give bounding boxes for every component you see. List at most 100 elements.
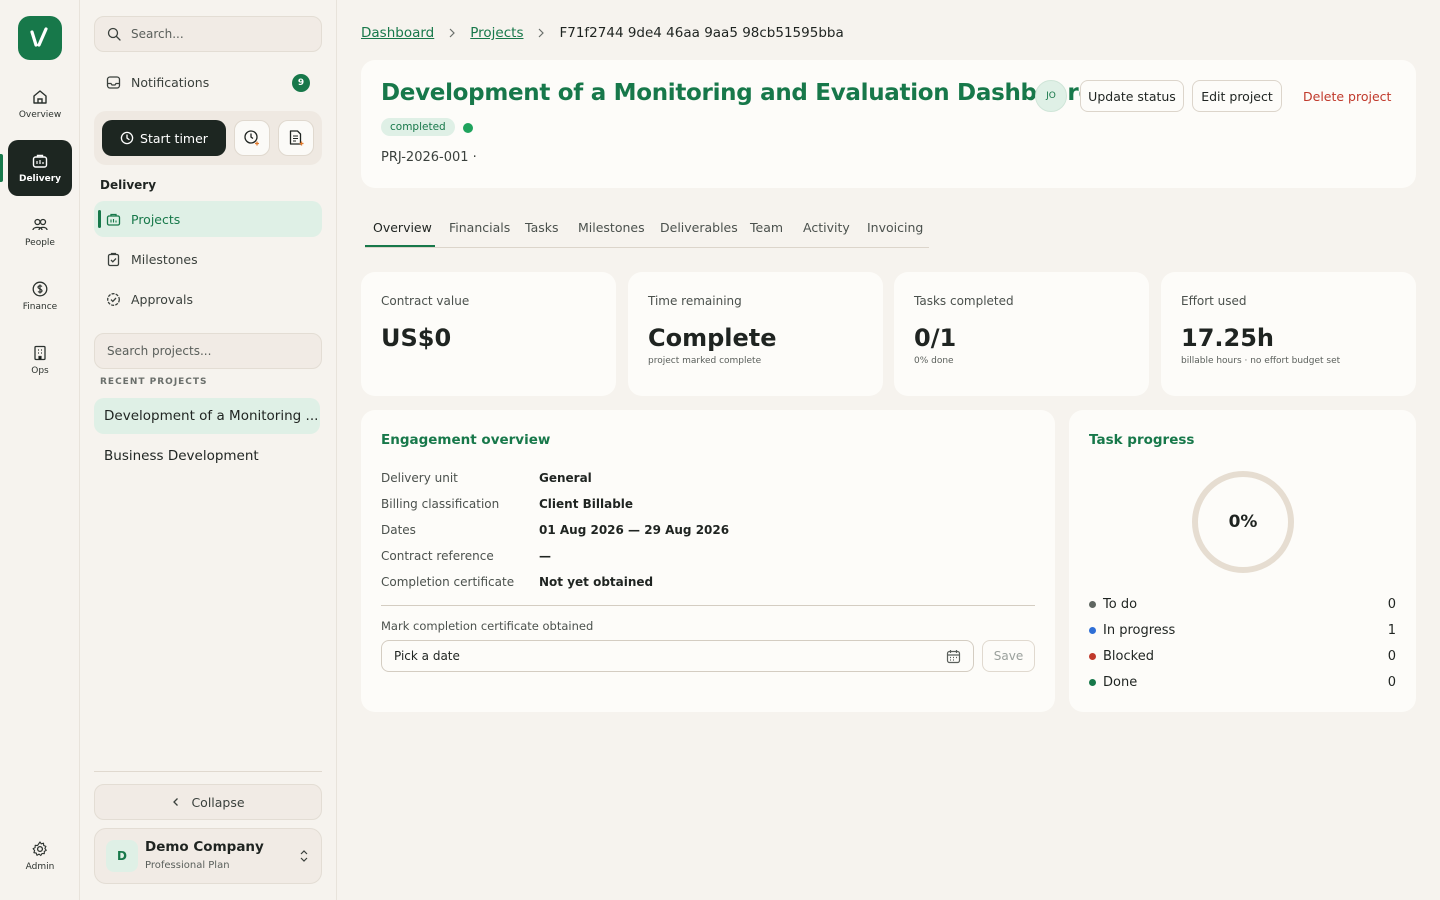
chevron-left-icon (173, 798, 179, 806)
legend-count: 0 (1387, 648, 1396, 664)
avatar[interactable]: JO (1035, 80, 1067, 112)
stat-card-time-remaining: Time remaining Complete project marked c… (628, 272, 883, 396)
task-progress-title: Task progress (1089, 432, 1195, 448)
engagement-title: Engagement overview (381, 432, 551, 448)
collapse-sidebar-button[interactable]: Collapse (94, 784, 322, 820)
project-search-placeholder: Search projects... (107, 344, 212, 358)
field-value: 01 Aug 2026 — 29 Aug 2026 (539, 523, 730, 537)
rail-active-indicator (0, 154, 3, 182)
legend-item-blocked: Blocked 0 (1089, 646, 1396, 666)
legend-count: 1 (1387, 622, 1396, 638)
rail-item-overview[interactable]: Overview (8, 76, 72, 132)
home-icon (33, 90, 47, 104)
rail-label-admin: Admin (25, 862, 55, 872)
tab-team[interactable]: Team (750, 220, 783, 235)
field-label: Dates (381, 523, 416, 537)
sidebar-active-indicator (98, 210, 101, 228)
legend-count: 0 (1387, 596, 1396, 612)
company-switcher[interactable]: D Demo Company Professional Plan (94, 828, 322, 884)
start-timer-label: Start timer (140, 130, 208, 146)
update-status-button[interactable]: Update status (1080, 80, 1184, 112)
rail-item-admin[interactable]: Admin (8, 828, 72, 884)
recent-projects-heading: RECENT PROJECTS (100, 377, 208, 387)
stat-label: Contract value (381, 294, 470, 308)
notifications-link[interactable]: Notifications 9 (94, 64, 322, 100)
dollar-circle-icon (32, 281, 48, 297)
stat-subtext: project marked complete (648, 356, 762, 366)
breadcrumb-current: F71f2744 9de4 46aa 9aa5 98cb51595bba (559, 25, 844, 41)
people-icon (32, 218, 48, 231)
sidebar-search-placeholder: Search... (131, 27, 184, 41)
stat-subtext: 0% done (914, 356, 954, 366)
field-label: Completion certificate (381, 575, 515, 589)
clock-add-icon (244, 130, 259, 146)
notifications-label: Notifications (131, 74, 210, 90)
progress-percent: 0% (1228, 512, 1258, 532)
date-picker-input[interactable]: Pick a date (381, 640, 974, 672)
rail-item-people[interactable]: People (8, 204, 72, 260)
delete-project-button[interactable]: Delete project (1303, 80, 1391, 112)
recent-project-item[interactable]: Development of a Monitoring ... (94, 398, 320, 434)
rail-label-people: People (25, 238, 55, 248)
calendar-icon (946, 650, 961, 664)
legend-item-in-progress: In progress 1 (1089, 620, 1396, 640)
rail-item-delivery[interactable]: Delivery (8, 140, 72, 196)
sidebar-item-label: Milestones (131, 251, 198, 267)
sidebar-item-label: Projects (131, 211, 181, 227)
project-code: PRJ-2026-001 · (381, 150, 477, 165)
start-timer-button[interactable]: Start timer (102, 120, 226, 156)
stat-card-contract-value: Contract value US$0 (361, 272, 616, 396)
stat-label: Time remaining (648, 294, 742, 308)
tab-deliverables[interactable]: Deliverables (660, 220, 738, 235)
rail-item-ops[interactable]: Ops (8, 332, 72, 388)
rail-label-delivery: Delivery (18, 174, 62, 184)
task-progress-card: Task progress 0% To do 0 In progress 1 B… (1069, 410, 1416, 712)
rail-label-ops: Ops (31, 366, 49, 376)
stat-value: 0/1 (914, 324, 957, 352)
project-search-input[interactable]: Search projects... (94, 333, 322, 369)
field-value: — (539, 549, 551, 563)
logo-icon (30, 27, 48, 47)
legend-count: 0 (1387, 674, 1396, 690)
rail-item-finance[interactable]: Finance (8, 268, 72, 324)
sidebar: Search... Notifications 9 Start timer De… (80, 0, 337, 900)
chevron-right-icon (539, 28, 545, 38)
field-label: Billing classification (381, 497, 500, 511)
legend-item-todo: To do 0 (1089, 594, 1396, 614)
tab-milestones[interactable]: Milestones (578, 220, 645, 235)
chevron-right-icon (449, 28, 456, 38)
stat-value: 17.25h (1181, 324, 1274, 352)
edit-project-button[interactable]: Edit project (1192, 80, 1282, 112)
sidebar-item-approvals[interactable]: Approvals (94, 281, 322, 317)
sidebar-item-projects[interactable]: Projects (94, 201, 322, 237)
legend-item-done: Done 0 (1089, 672, 1396, 692)
stat-label: Effort used (1181, 294, 1247, 308)
recent-project-item[interactable]: Business Development (94, 438, 320, 474)
stat-subtext: billable hours · no effort budget set (1181, 356, 1341, 366)
breadcrumb-projects[interactable]: Projects (470, 25, 523, 41)
field-label: Delivery unit (381, 471, 458, 485)
add-expense-button[interactable] (278, 120, 314, 156)
legend-label: Blocked (1103, 648, 1154, 664)
add-time-entry-button[interactable] (234, 120, 270, 156)
tab-overview[interactable]: Overview (373, 220, 432, 235)
tab-activity[interactable]: Activity (803, 220, 850, 235)
icon-rail: Overview Delivery People Finance Ops Adm… (0, 0, 80, 900)
rail-label-finance: Finance (22, 302, 58, 312)
tab-invoicing[interactable]: Invoicing (867, 220, 923, 235)
clock-icon (120, 131, 134, 145)
tab-tasks[interactable]: Tasks (525, 220, 559, 235)
tab-active-underline (365, 245, 435, 247)
gear-icon (32, 841, 47, 857)
sidebar-item-milestones[interactable]: Milestones (94, 241, 322, 277)
app-logo[interactable] (18, 16, 62, 60)
breadcrumb-dashboard[interactable]: Dashboard (361, 25, 434, 41)
sidebar-section-delivery: Delivery (100, 178, 157, 192)
breadcrumb: Dashboard Projects F71f2744 9de4 46aa 9a… (361, 25, 844, 41)
sidebar-divider (94, 771, 322, 772)
save-button[interactable]: Save (982, 640, 1035, 672)
company-plan: Professional Plan (145, 860, 230, 871)
sidebar-search[interactable]: Search... (94, 16, 322, 52)
tab-financials[interactable]: Financials (449, 220, 510, 235)
inbox-icon (106, 75, 121, 89)
